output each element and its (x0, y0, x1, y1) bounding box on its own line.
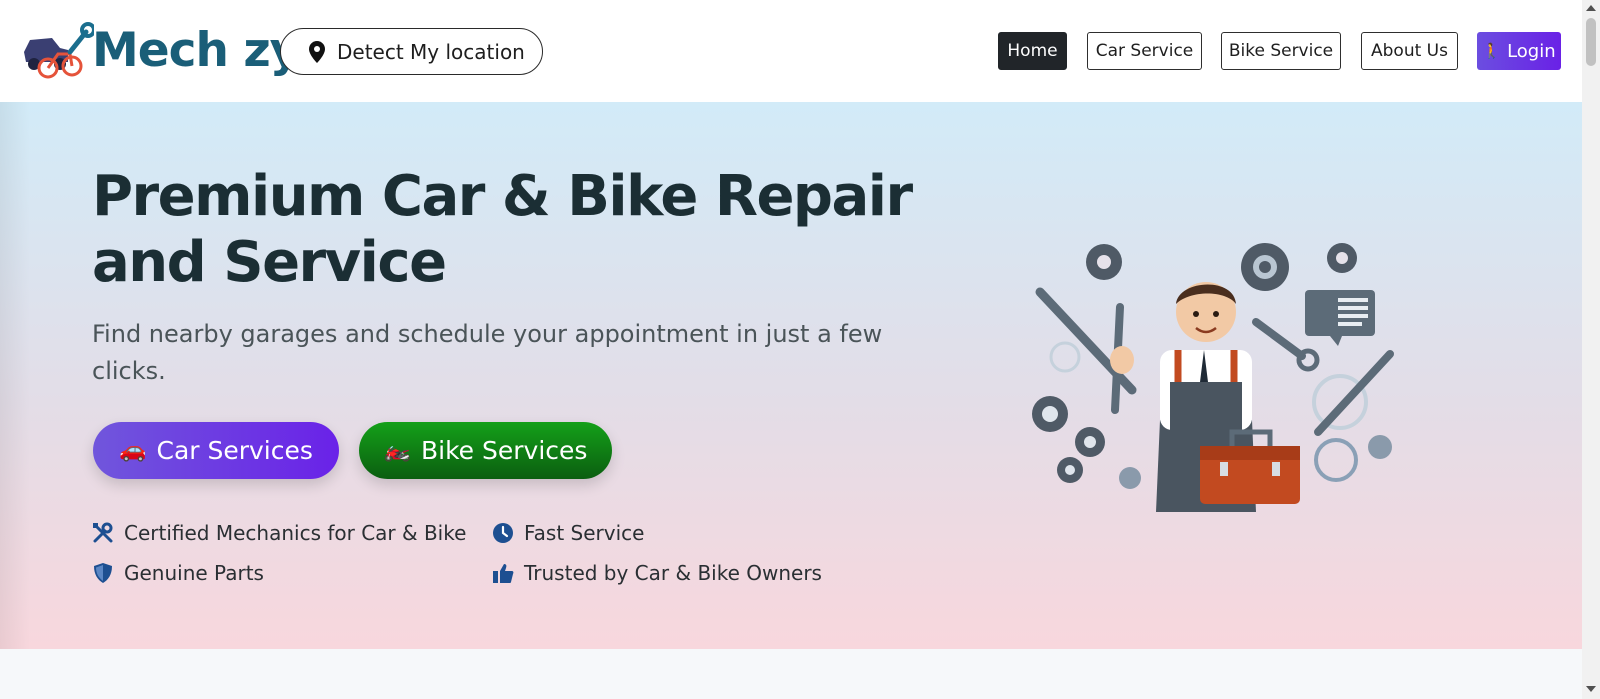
brand-logo[interactable]: Mech zy (20, 22, 300, 82)
scroll-down-arrow-icon[interactable] (1586, 686, 1596, 692)
nav-car-service[interactable]: Car Service (1087, 32, 1202, 70)
gear-icon (1086, 244, 1122, 280)
car-icon: 🚗 (119, 438, 147, 463)
feature-trusted-owners: Trusted by Car & Bike Owners (492, 561, 822, 585)
bike-services-button[interactable]: 🏍️ Bike Services (359, 422, 612, 479)
feature-label: Certified Mechanics for Car & Bike (124, 521, 467, 545)
next-section (0, 649, 1582, 699)
gear-icon (1057, 457, 1083, 483)
nav-bike-service[interactable]: Bike Service (1221, 32, 1341, 70)
hero-edge-shadow (0, 102, 30, 649)
clock-icon (492, 522, 514, 544)
thumbs-up-icon (492, 562, 514, 584)
motorcycle-icon: 🏍️ (383, 438, 411, 463)
gear-icon (1075, 427, 1105, 457)
car-services-button[interactable]: 🚗 Car Services (93, 422, 339, 479)
gear-icon (1368, 435, 1392, 459)
navbar: Mech zy Detect My location Home Car Serv… (0, 0, 1582, 102)
login-button[interactable]: 🚶 Login (1477, 32, 1561, 70)
person-walking-icon: 🚶 (1482, 42, 1502, 60)
feature-label: Trusted by Car & Bike Owners (524, 561, 822, 585)
hero-title: Premium Car & Bike Repair and Service (92, 164, 913, 295)
gear-icon (1327, 243, 1357, 273)
gear-icon (1119, 467, 1141, 489)
gear-icon (1032, 396, 1068, 432)
feature-certified-mechanics: Certified Mechanics for Car & Bike (92, 521, 466, 545)
hero-subtitle: Find nearby garages and schedule your ap… (92, 320, 883, 385)
detect-location-label: Detect My location (337, 39, 525, 64)
feature-label: Genuine Parts (124, 561, 264, 585)
nav-home[interactable]: Home (998, 32, 1067, 70)
mechanic-illustration (1032, 243, 1394, 512)
feature-fast-service: Fast Service (492, 521, 644, 545)
feature-label: Fast Service (524, 521, 645, 545)
brand-name: Mech zy (92, 23, 300, 78)
login-label: Login (1507, 40, 1556, 62)
bike-services-label: Bike Services (420, 436, 588, 465)
shield-icon (92, 562, 114, 584)
car-services-label: Car Services (156, 436, 313, 465)
scroll-thumb[interactable] (1586, 18, 1596, 66)
feature-genuine-parts: Genuine Parts (92, 561, 264, 585)
gear-icon (1241, 243, 1289, 291)
detect-location-button[interactable]: Detect My location (280, 28, 543, 75)
map-pin-icon (309, 40, 325, 63)
scroll-up-arrow-icon[interactable] (1586, 5, 1596, 11)
hero-section: Premium Car & Bike Repair and Service Fi… (0, 102, 1582, 649)
car-bike-wrench-logo-icon (24, 22, 94, 79)
nav-about-us[interactable]: About Us (1361, 32, 1458, 70)
tools-icon (92, 522, 114, 544)
vertical-scrollbar[interactable] (1582, 0, 1600, 699)
